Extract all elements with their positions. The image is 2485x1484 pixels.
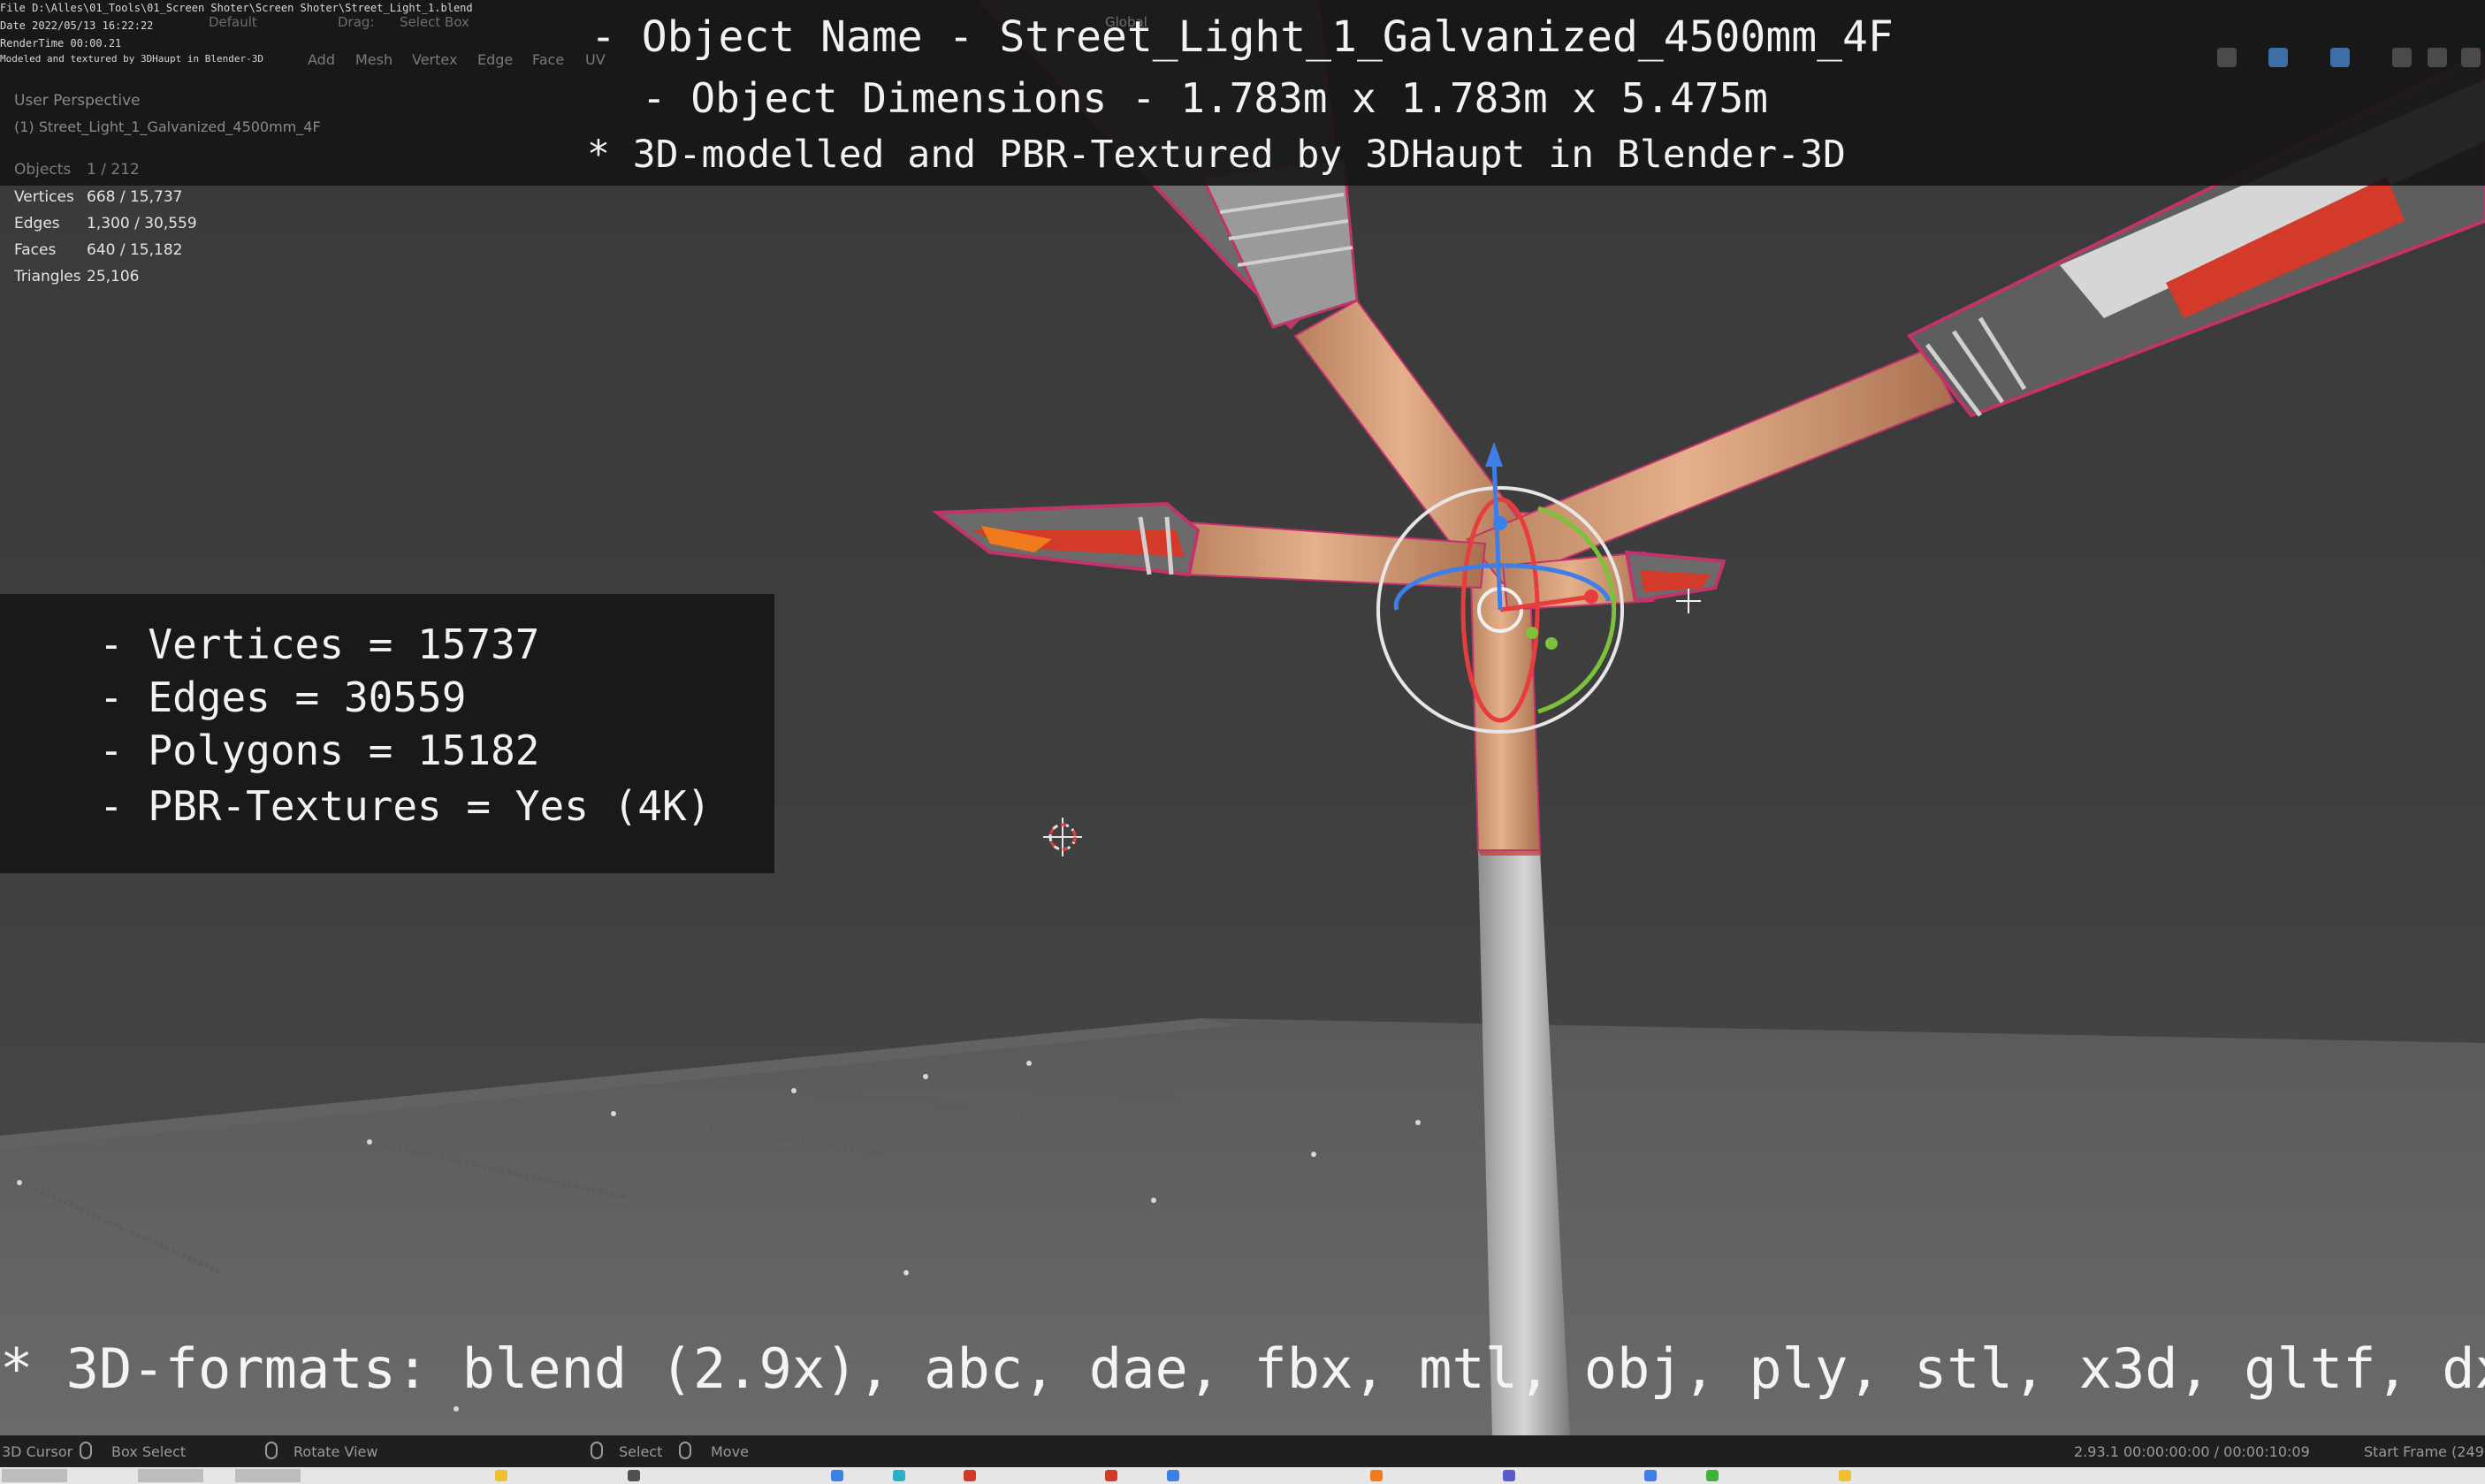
mouse-left-icon [80, 1442, 92, 1459]
object-dimensions-caption: - Object Dimensions - 1.783m x 1.783m x … [642, 74, 1768, 122]
view-gizmo-toggle-icon[interactable] [2217, 48, 2237, 67]
drag-select-dropdown[interactable]: Select Box [400, 14, 469, 30]
file-path: File D:\Alles\01_Tools\01_Screen Shoter\… [0, 2, 473, 14]
menu-face[interactable]: Face [532, 51, 564, 68]
stat-objects-value: 1 / 212 [87, 161, 140, 179]
status-move: Move [711, 1443, 749, 1460]
taskbar-app-icon-8[interactable] [1503, 1470, 1515, 1481]
taskbar-app-icon-9[interactable] [1644, 1470, 1657, 1481]
taskbar-blender-icon[interactable] [1370, 1470, 1383, 1481]
taskbar-app-icon-4[interactable] [893, 1470, 905, 1481]
taskbar-app-icon-6[interactable] [1105, 1470, 1117, 1481]
os-taskbar [0, 1467, 2485, 1484]
stat-vertices-label: Vertices [14, 188, 74, 206]
drag-label: Drag: [338, 14, 375, 30]
menu-edge[interactable]: Edge [477, 51, 513, 68]
stat-objects-label: Objects [14, 161, 72, 179]
render-time: RenderTime 00:00.21 [0, 37, 122, 49]
3d-viewport[interactable]: File D:\Alles\01_Tools\01_Screen Shoter\… [0, 0, 2485, 1435]
stat-faces-label: Faces [14, 241, 57, 259]
stat-faces-value: 640 / 15,182 [87, 241, 183, 259]
status-select: Select [619, 1443, 663, 1460]
status-box-select: Box Select [111, 1443, 187, 1460]
stat-edges-label: Edges [14, 215, 60, 232]
taskbar-thumbnail-1[interactable] [2, 1469, 67, 1482]
taskbar-app-icon-10[interactable] [1706, 1470, 1719, 1481]
taskbar-app-icon-3[interactable] [831, 1470, 843, 1481]
shading-material-icon[interactable] [2461, 48, 2481, 67]
info-polygons: - Polygons = 15182 [99, 727, 540, 774]
stat-triangles-value: 25,106 [87, 268, 140, 285]
menu-vertex[interactable]: Vertex [412, 51, 457, 68]
mesh-info-box: - Vertices = 15737 - Edges = 30559 - Pol… [0, 594, 774, 873]
status-bar: 3D Cursor Box Select Rotate View Select … [0, 1435, 2485, 1467]
stat-vertices-value: 668 / 15,737 [87, 188, 183, 206]
status-3d-cursor: 3D Cursor [2, 1443, 73, 1460]
mouse-middle-icon [265, 1442, 278, 1459]
overlay-toggle-icon[interactable] [2330, 48, 2350, 67]
info-pbr-textures: - PBR-Textures = Yes (4K) [99, 782, 712, 830]
stat-edges-value: 1,300 / 30,559 [87, 215, 197, 232]
active-object-label: (1) Street_Light_1_Galvanized_4500mm_4F [14, 118, 321, 135]
taskbar-app-icon-2[interactable] [628, 1470, 640, 1481]
author-caption: * 3D-modelled and PBR-Textured by 3DHaup… [587, 133, 1846, 177]
xray-toggle-icon[interactable] [2392, 48, 2412, 67]
status-version-time: 2.93.1 00:00:00:00 / 00:00:10:09 [2074, 1443, 2310, 1460]
model-credit-note: Modeled and textured by 3DHaupt in Blend… [0, 53, 264, 65]
mouse-left-select-icon [591, 1442, 603, 1459]
menu-add[interactable]: Add [308, 51, 335, 68]
lamp-head-right [1624, 550, 1727, 604]
orientation-dropdown[interactable]: Default [209, 14, 257, 30]
shading-solid-icon[interactable] [2428, 48, 2447, 67]
taskbar-app-icon-7[interactable] [1167, 1470, 1179, 1481]
info-edges: - Edges = 30559 [99, 674, 467, 721]
stat-triangles-label: Triangles [14, 268, 81, 285]
object-name-caption: - Object Name - Street_Light_1_Galvanize… [591, 12, 1894, 62]
snap-toggle-icon[interactable] [2268, 48, 2288, 67]
taskbar-thumbnail-3[interactable] [235, 1469, 301, 1482]
lamp-head-left [932, 501, 1201, 577]
mouse-right-icon [679, 1442, 691, 1459]
status-rotate-view: Rotate View [293, 1443, 378, 1460]
info-vertices: - Vertices = 15737 [99, 620, 540, 668]
render-date: Date 2022/05/13 16:22:22 [0, 19, 154, 32]
3d-cursor-icon [1043, 818, 1082, 856]
formats-caption: * 3D-formats: blend (2.9x), abc, dae, fb… [0, 1336, 2485, 1401]
taskbar-thumbnail-2[interactable] [138, 1469, 203, 1482]
arm-upper-right [1466, 347, 1955, 585]
view-perspective-label: User Perspective [14, 92, 141, 110]
taskbar-app-icon-1[interactable] [495, 1470, 507, 1481]
status-start-frame: Start Frame (249 [2364, 1443, 2484, 1460]
taskbar-app-icon-5[interactable] [964, 1470, 976, 1481]
arm-left [1174, 520, 1487, 590]
taskbar-app-icon-11[interactable] [1839, 1470, 1851, 1481]
menu-mesh[interactable]: Mesh [355, 51, 393, 68]
